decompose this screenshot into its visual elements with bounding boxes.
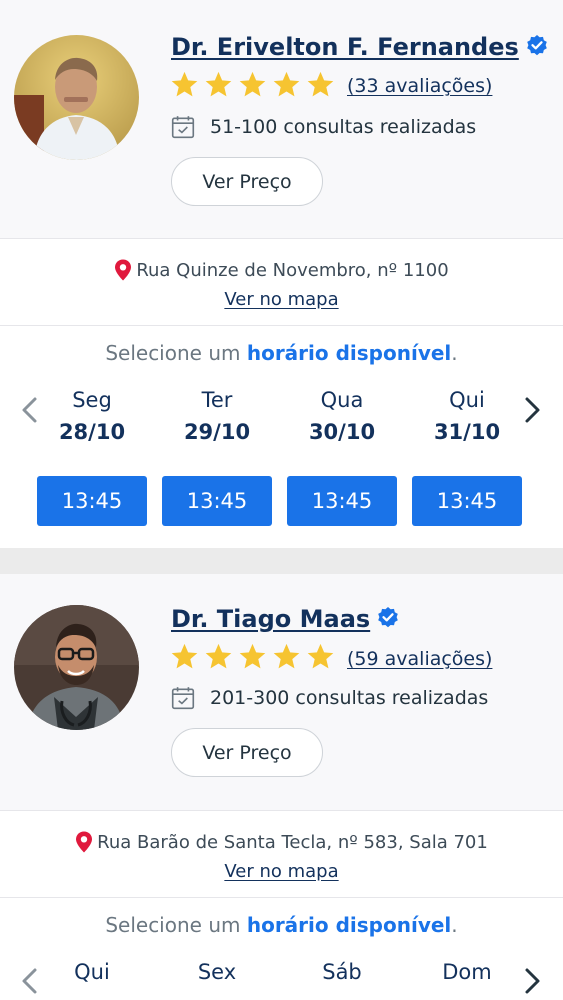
consultations-count: 51-100 consultas realizadas — [210, 116, 477, 138]
star-icon — [307, 71, 334, 97]
star-icon — [205, 643, 232, 669]
star-icon — [171, 643, 198, 669]
verified-check-icon — [527, 35, 547, 56]
star-icon — [273, 71, 300, 97]
address-section: Rua Quinze de Novembro, nº 1100 Ver no m… — [0, 239, 563, 326]
doctor-name-link[interactable]: Dr. Erivelton F. Fernandes — [171, 33, 549, 61]
doctor-card: Dr. Erivelton F. Fernandes (33 avaliaçõe… — [0, 0, 563, 548]
doctor-profile-section: Dr. Erivelton F. Fernandes (33 avaliaçõe… — [0, 0, 563, 239]
day-column: Sáb — [322, 960, 362, 984]
day-column: Qui 31/10 — [433, 388, 501, 444]
map-pin-icon — [115, 259, 132, 281]
calendar-check-icon — [171, 116, 195, 139]
calendar-check-icon — [171, 687, 195, 710]
chevron-left-icon[interactable] — [20, 967, 38, 995]
doctor-avatar[interactable] — [14, 605, 139, 730]
day-column: Seg 28/10 — [58, 388, 126, 444]
chevron-right-icon[interactable] — [524, 967, 542, 995]
time-slot-button[interactable]: 13:45 — [162, 476, 272, 526]
time-slot-button[interactable]: 13:45 — [412, 476, 522, 526]
rating-stars — [170, 70, 335, 99]
day-column: Dom — [442, 960, 492, 984]
star-icon — [205, 71, 232, 97]
address: Rua Quinze de Novembro, nº 1100 — [0, 259, 563, 281]
time-slot-button[interactable]: 13:45 — [287, 476, 397, 526]
doctor-avatar[interactable] — [14, 35, 139, 160]
ver-preco-button[interactable]: Ver Preço — [171, 157, 323, 206]
verified-check-icon — [378, 607, 398, 628]
day-column: Ter 29/10 — [183, 388, 251, 444]
address: Rua Barão de Santa Tecla, nº 583, Sala 7… — [0, 831, 563, 853]
reviews-link[interactable]: (59 avaliações) — [347, 648, 492, 670]
chevron-left-icon[interactable] — [20, 396, 38, 424]
doctor-name-link[interactable]: Dr. Tiago Maas — [171, 605, 400, 633]
day-column: Sex — [197, 960, 237, 984]
doctor-profile-section: Dr. Tiago Maas (59 avaliações) 201-300 c… — [0, 574, 563, 811]
day-column: Qui — [74, 960, 110, 984]
chevron-right-icon[interactable] — [524, 396, 542, 424]
star-icon — [273, 643, 300, 669]
star-icon — [171, 71, 198, 97]
address-text: Rua Barão de Santa Tecla, nº 583, Sala 7… — [97, 831, 488, 853]
consultations-count: 201-300 consultas realizadas — [210, 687, 489, 709]
star-icon — [239, 71, 266, 97]
address-text: Rua Quinze de Novembro, nº 1100 — [136, 259, 449, 281]
ver-no-mapa-link[interactable]: Ver no mapa — [0, 289, 563, 310]
ver-no-mapa-link[interactable]: Ver no mapa — [0, 861, 563, 882]
star-icon — [239, 643, 266, 669]
reviews-link[interactable]: (33 avaliações) — [347, 75, 492, 97]
star-icon — [307, 643, 334, 669]
map-pin-icon — [76, 831, 93, 853]
select-slot-prompt: Selecione um horário disponível. — [105, 341, 458, 365]
address-section: Rua Barão de Santa Tecla, nº 583, Sala 7… — [0, 811, 563, 898]
time-slot-button[interactable]: 13:45 — [37, 476, 147, 526]
ver-preco-button[interactable]: Ver Preço — [171, 728, 323, 777]
doctor-card: Dr. Tiago Maas (59 avaliações) 201-300 c… — [0, 574, 563, 1000]
rating-stars — [170, 642, 335, 671]
day-column: Qua 30/10 — [308, 388, 376, 444]
select-slot-prompt: Selecione um horário disponível. — [105, 913, 458, 937]
